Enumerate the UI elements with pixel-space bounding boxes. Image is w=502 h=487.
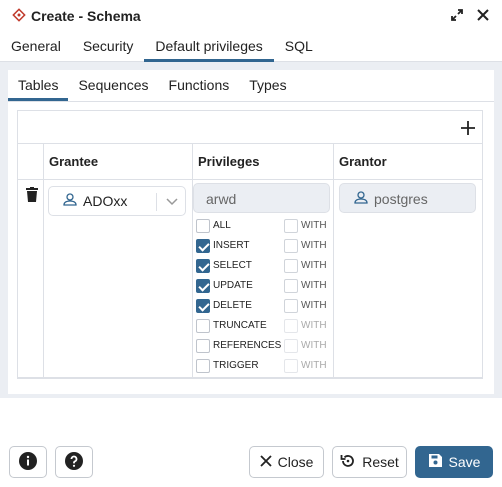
with-grant-checkbox-references[interactable] [284,339,298,353]
with-grant-checkbox-delete[interactable] [284,299,298,313]
privilege-label: TRUNCATE [213,320,267,331]
privilege-row-insert: INSERT WITH [196,238,336,256]
privilege-checkbox-insert[interactable] [196,239,210,253]
grantor-field: postgres [339,183,476,213]
privilege-label: DELETE [213,300,252,311]
grid-toolbar [18,111,482,144]
divider [18,377,482,378]
with-grant-checkbox-truncate[interactable] [284,319,298,333]
privilege-label: INSERT [213,240,250,251]
privilege-checkbox-select[interactable] [196,259,210,273]
subtab-types[interactable]: Types [239,70,296,101]
divider [156,193,157,211]
trash-icon[interactable] [26,187,38,205]
with-grant-label: WITH [301,300,327,311]
help-button[interactable] [55,446,93,478]
dialog-title: Create - Schema [31,8,141,24]
with-grant-checkbox-insert[interactable] [284,239,298,253]
save-icon [428,453,443,471]
col-header-grantor: Grantor [333,144,482,180]
sub-tabs: Tables Sequences Functions Types [8,70,494,102]
privilege-checkbox-update[interactable] [196,279,210,293]
privilege-checkbox-references[interactable] [196,339,210,353]
privilege-row-trigger: TRIGGER WITH [196,358,336,376]
with-grant-checkbox-trigger[interactable] [284,359,298,373]
tab-default-privileges[interactable]: Default privileges [144,32,274,62]
with-grant-label: WITH [301,340,327,351]
main-tabs: General Security Default privileges SQL [0,32,502,62]
expand-icon[interactable] [450,8,464,25]
with-grant-label: WITH [301,240,327,251]
privileges-input[interactable]: arwd [193,183,330,213]
info-button[interactable] [9,446,47,478]
user-icon [63,193,77,209]
title-bar: Create - Schema [0,0,502,32]
subtab-sequences[interactable]: Sequences [68,70,158,101]
tab-sql[interactable]: SQL [274,32,324,62]
with-grant-checkbox-all[interactable] [284,219,298,233]
privilege-label: TRIGGER [213,360,259,371]
privilege-checkbox-truncate[interactable] [196,319,210,333]
plus-icon[interactable] [460,114,476,141]
divider [43,144,44,378]
grantee-value: ADOxx [83,193,128,209]
user-icon [354,191,368,207]
with-grant-label: WITH [301,220,327,231]
privilege-row-update: UPDATE WITH [196,278,336,296]
save-button[interactable]: Save [415,446,493,478]
info-icon [19,451,37,473]
content-area: Tables Sequences Functions Types Grantee… [0,62,502,398]
with-grant-checkbox-update[interactable] [284,279,298,293]
close-button[interactable]: Close [249,446,324,478]
chevron-down-icon[interactable] [166,195,178,210]
with-grant-label: WITH [301,280,327,291]
tables-panel: Grantee Privileges Grantor ADOxx arwd po… [8,102,494,394]
help-icon [65,451,83,473]
privilege-label: ALL [213,220,231,231]
subtab-tables[interactable]: Tables [8,70,69,101]
privilege-checkbox-delete[interactable] [196,299,210,313]
tab-security[interactable]: Security [72,32,145,62]
privilege-label: REFERENCES [213,340,282,351]
col-header-privileges: Privileges [192,144,333,180]
close-label: Close [277,454,314,470]
privilege-label: SELECT [213,260,252,271]
with-grant-checkbox-select[interactable] [284,259,298,273]
privilege-checkbox-all[interactable] [196,219,210,233]
privilege-row-delete: DELETE WITH [196,298,336,316]
subtab-functions[interactable]: Functions [159,70,240,101]
privilege-row-all: ALL WITH [196,218,336,236]
grid-header: Grantee Privileges Grantor [18,144,482,180]
x-icon [259,454,272,470]
with-grant-label: WITH [301,320,327,331]
with-grant-label: WITH [301,360,327,371]
grantee-select[interactable]: ADOxx [48,186,186,216]
dialog-footer: Close Reset Save [0,436,502,487]
schema-icon [12,7,26,25]
reset-label: Reset [362,454,399,470]
privilege-row-select: SELECT WITH [196,258,336,276]
col-header-grantee: Grantee [43,144,192,180]
privilege-row-references: REFERENCES WITH [196,338,336,356]
privilege-row-truncate: TRUNCATE WITH [196,318,336,336]
privilege-label: UPDATE [213,280,253,291]
divider [192,144,193,378]
close-icon[interactable] [476,8,490,25]
reset-button[interactable]: Reset [332,446,407,478]
privilege-checkbox-trigger[interactable] [196,359,210,373]
save-label: Save [448,454,481,470]
reset-icon [340,453,356,472]
grantor-value: postgres [374,191,428,207]
privileges-grid: Grantee Privileges Grantor ADOxx arwd po… [17,110,483,379]
with-grant-label: WITH [301,260,327,271]
tab-general[interactable]: General [0,32,72,62]
